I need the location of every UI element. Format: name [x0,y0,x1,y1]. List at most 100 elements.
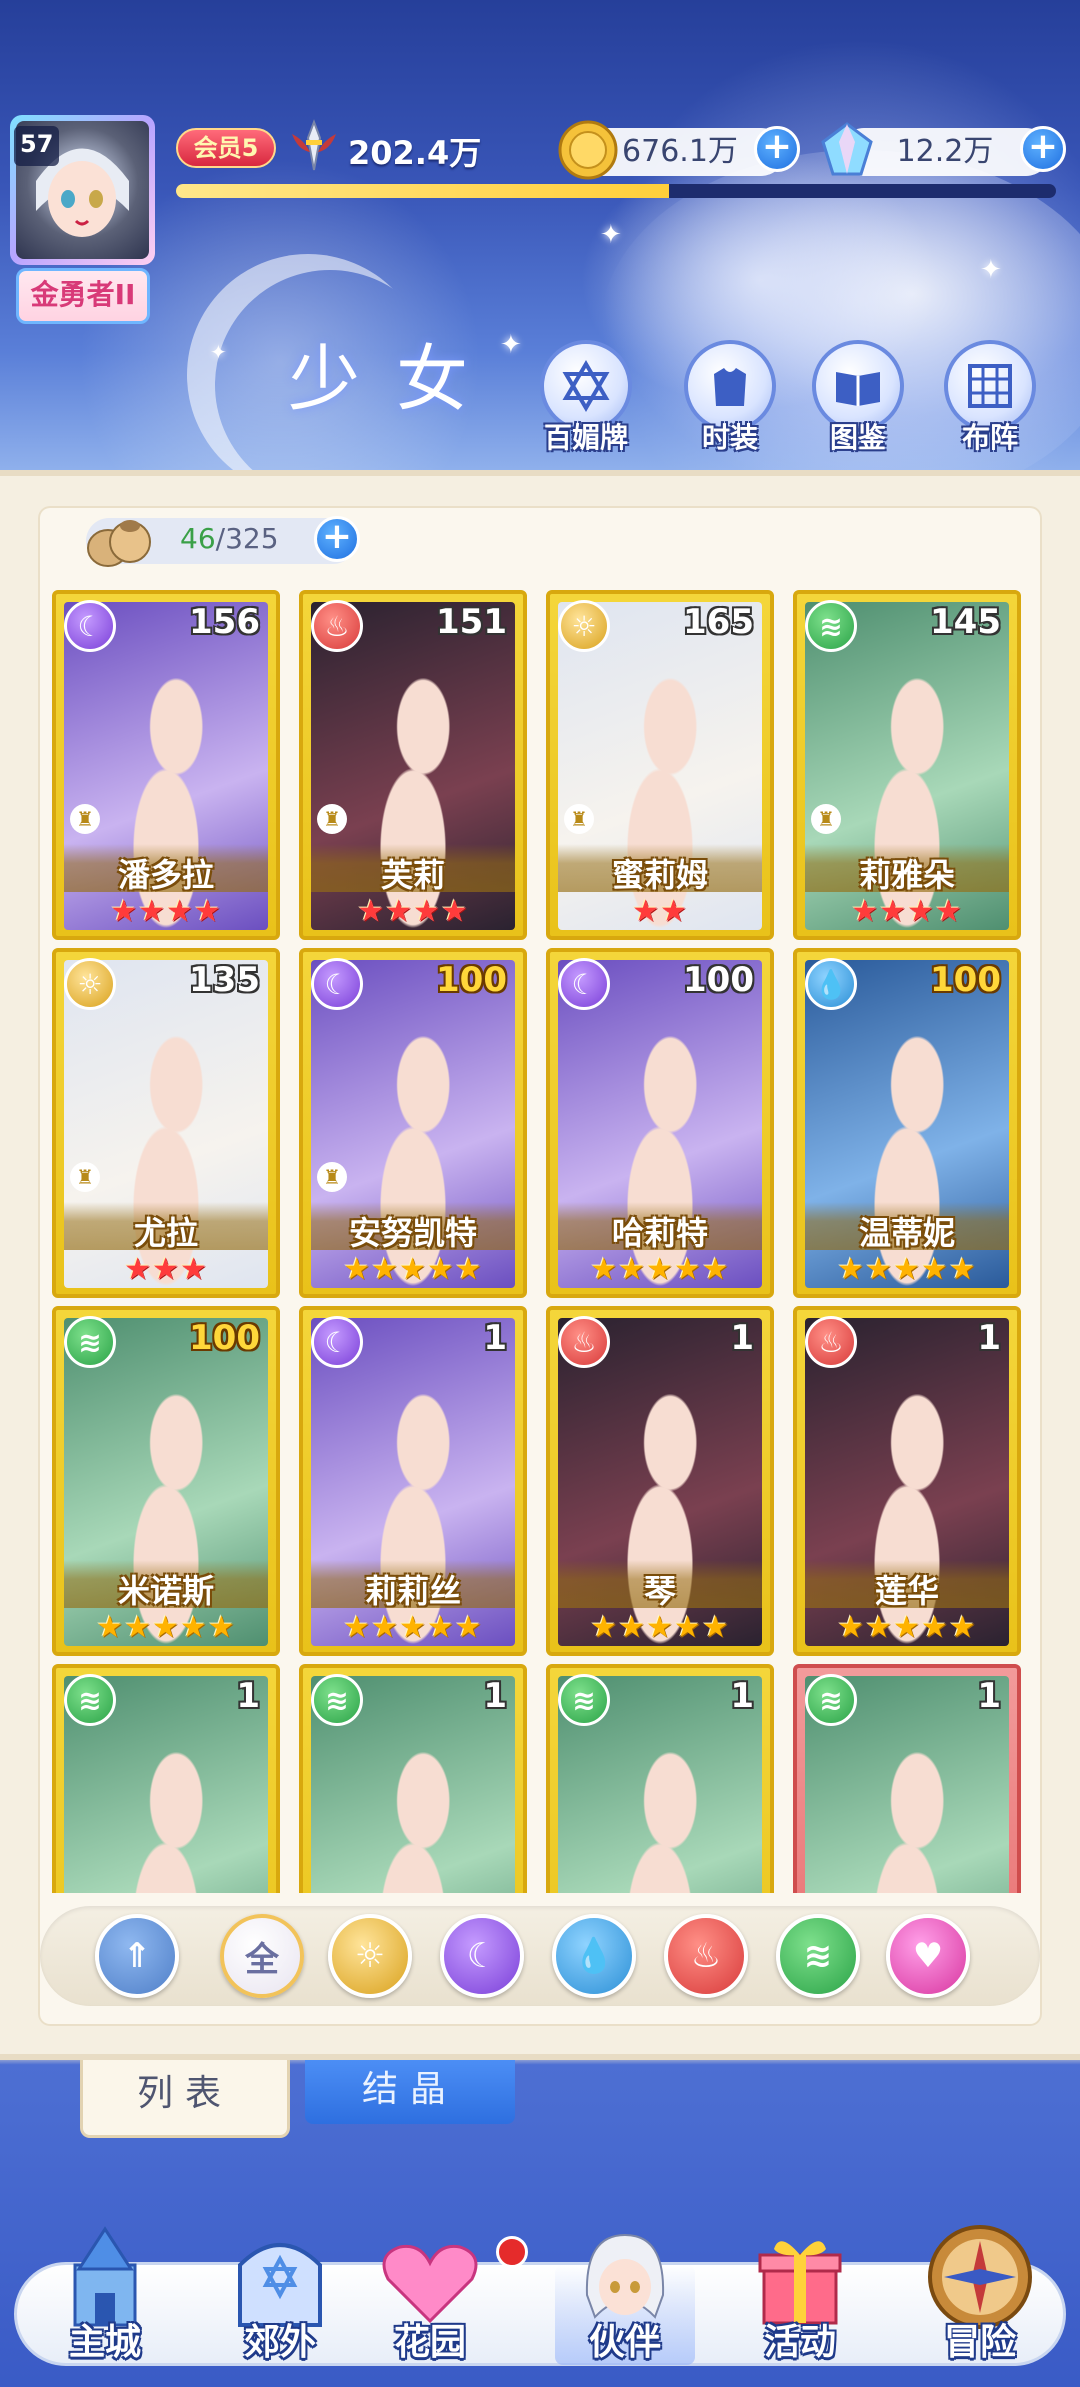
character-name: 琴 [643,1572,676,1610]
nav-label: 冒险 [943,2322,1016,2363]
wind-element-icon: ≋ [805,600,857,652]
action-hundred-charm[interactable]: 百媚牌 [526,340,646,454]
character-card[interactable]: ≋ 145 ♜ 莉雅朵 ★★★★ [793,590,1021,940]
filter-sort-button[interactable]: ⇑ [95,1914,179,1998]
star-rating: ★★★★★ [550,1252,770,1287]
filter-water-button[interactable]: 💧 [552,1914,636,1998]
star-icon: ★ [426,1610,455,1645]
character-name: 莲华 [874,1572,939,1610]
nav-partners[interactable]: 伙伴 [550,2225,700,2375]
star-rating: ★★★★ [303,894,523,929]
character-name: 莉雅朵 [858,856,955,894]
star-icon: ★ [948,1610,977,1645]
character-level: 100 [189,1318,260,1358]
moon-filter-icon: ☾ [466,1936,498,1976]
character-level: 1 [483,1676,507,1716]
character-card[interactable]: ☾ 100 哈莉特 ★★★★★ [546,948,774,1298]
character-card[interactable]: ≋ 1 [546,1664,774,1893]
star-icon: ★ [152,1610,180,1645]
action-label: 图鉴 [829,421,886,454]
star-icon: ★ [646,1252,674,1287]
star-icon: ★ [632,894,660,929]
character-level: 1 [977,1676,1001,1716]
character-level: 100 [683,960,754,1000]
character-name: 莉莉丝 [364,1572,461,1610]
tab-crystal[interactable]: 结晶 [305,2060,515,2124]
character-grid: ☾ 156 ♜ 潘多拉 ★★★★ ♨ 151 ♜ 芙莉 ★★★★ ☼ 165 ♜ 蜜莉姆 ★★ ≋ 145 ♜ 莉雅… [52,590,1028,1893]
moon-element-icon: ☾ [558,958,610,1010]
filter-moon-button[interactable]: ☾ [440,1914,524,1998]
character-card[interactable]: ≋ 1 [52,1664,280,1893]
character-level: 151 [436,602,507,642]
character-card[interactable]: ☾ 100 ♜ 安努凯特 ★★★★★ [299,948,527,1298]
wind-element-icon: ≋ [805,1674,857,1726]
character-card[interactable]: ≋ 1 [793,1664,1021,1893]
star-icon: ★ [426,1252,455,1287]
expand-capacity-button[interactable]: + [314,516,360,562]
star-icon: ★ [166,894,194,929]
star-rating: ★★★ [56,1252,276,1287]
star-icon: ★ [343,1252,372,1287]
star-icon: ★ [357,894,386,929]
character-card[interactable]: ☼ 135 ♜ 尤拉 ★★★ [52,948,280,1298]
lock-rook-icon: ♜ [70,804,100,834]
bag-capacity-icon [87,520,151,567]
character-card[interactable]: ≋ 1 [299,1664,527,1893]
character-level: 100 [436,960,507,1000]
star-icon: ★ [96,1610,125,1645]
star-icon: ★ [440,894,469,929]
action-formation[interactable]: 布阵 [930,340,1050,454]
star-rating: ★★★★★ [56,1610,276,1645]
star-icon: ★ [371,1252,400,1287]
character-name: 潘多拉 [117,856,214,894]
filter-fire-button[interactable]: ♨ [664,1914,748,1998]
filter-heart-button[interactable]: ♥ [886,1914,970,1998]
character-card[interactable]: ♨ 1 莲华 ★★★★★ [793,1306,1021,1656]
star-icon: ★ [124,1252,153,1287]
character-name: 芙莉 [380,856,445,894]
star-icon: ★ [837,1610,866,1645]
nav-label: 伙伴 [588,2322,661,2363]
star-rating: ★★★★★ [303,1252,523,1287]
lock-rook-icon: ♜ [811,804,841,834]
capacity-separator: / [215,522,226,555]
nav-events[interactable]: 活动 [725,2225,875,2375]
sort-filter-icon: ⇑ [122,1936,152,1976]
tab-list[interactable]: 列表 [80,2060,290,2138]
nav-outskirts[interactable]: 郊外 [205,2225,355,2375]
lock-rook-icon: ♜ [70,1162,100,1192]
character-card[interactable]: ☼ 165 ♜ 蜜莉姆 ★★ [546,590,774,940]
fire-element-icon: ♨ [805,1316,857,1368]
nav-adventure[interactable]: 冒险 [905,2225,1055,2375]
player-title-badge[interactable]: 金勇者II [16,268,150,324]
character-name: 蜜莉姆 [611,856,708,894]
nav-main-city[interactable]: 主城 [30,2225,180,2375]
character-card[interactable]: ≋ 100 米诺斯 ★★★★★ [52,1306,280,1656]
character-name: 米诺斯 [117,1572,214,1610]
filter-wind-button[interactable]: ≋ [776,1914,860,1998]
character-card[interactable]: ☾ 156 ♜ 潘多拉 ★★★★ [52,590,280,940]
filter-all-button[interactable]: 全 [220,1914,304,1998]
character-card[interactable]: ☾ 1 莉莉丝 ★★★★★ [299,1306,527,1656]
vip-badge[interactable]: 会员5 [176,128,276,168]
nav-garden[interactable]: 花园 [355,2225,505,2375]
star-rating: ★★★★★ [797,1252,1017,1287]
star-icon: ★ [948,1252,977,1287]
add-gem-button[interactable]: + [1020,126,1066,172]
add-gold-button[interactable]: + [754,126,800,172]
character-level: 156 [189,602,260,642]
heart-filter-icon: ♥ [912,1936,944,1976]
character-level: 135 [189,960,260,1000]
star-icon: ★ [124,1610,153,1645]
filter-sun-button[interactable]: ☼ [328,1914,412,1998]
character-card[interactable]: ♨ 1 琴 ★★★★★ [546,1306,774,1656]
star-icon: ★ [673,1610,702,1645]
star-icon: ★ [920,1610,949,1645]
action-codex[interactable]: 图鉴 [798,340,918,454]
moon-element-icon: ☾ [311,1316,363,1368]
character-name: 尤拉 [133,1214,198,1252]
nav-label: 郊外 [243,2322,316,2363]
action-outfit[interactable]: 时装 [670,340,790,454]
character-card[interactable]: 💧 100 温蒂妮 ★★★★★ [793,948,1021,1298]
character-card[interactable]: ♨ 151 ♜ 芙莉 ★★★★ [299,590,527,940]
